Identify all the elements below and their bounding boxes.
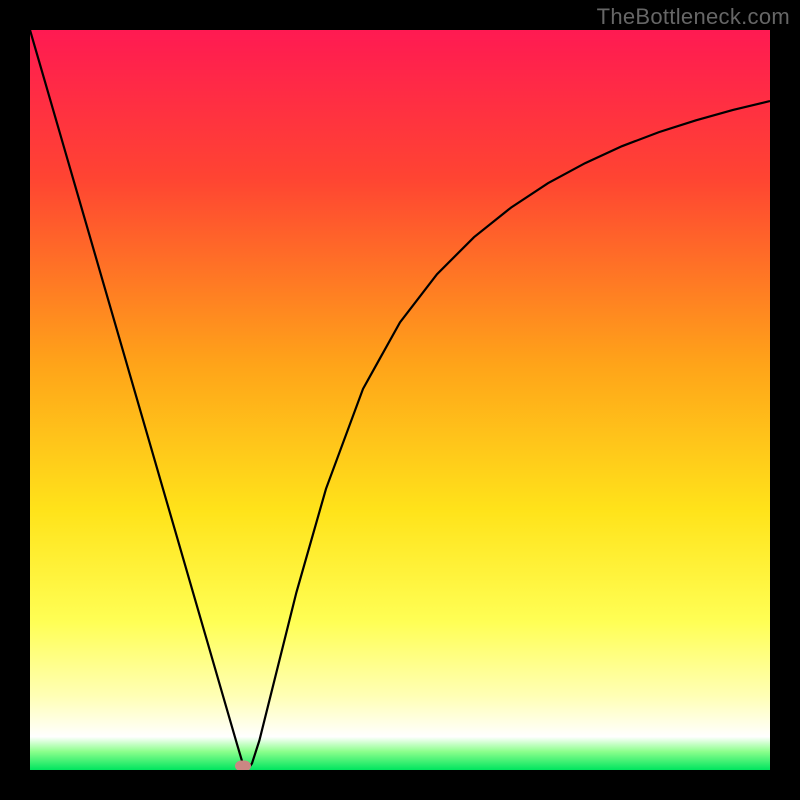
minimum-marker (235, 760, 251, 770)
gradient-background (30, 30, 770, 770)
chart-svg (30, 30, 770, 770)
watermark-text: TheBottleneck.com (597, 4, 790, 30)
plot-area (30, 30, 770, 770)
chart-frame: TheBottleneck.com (0, 0, 800, 800)
